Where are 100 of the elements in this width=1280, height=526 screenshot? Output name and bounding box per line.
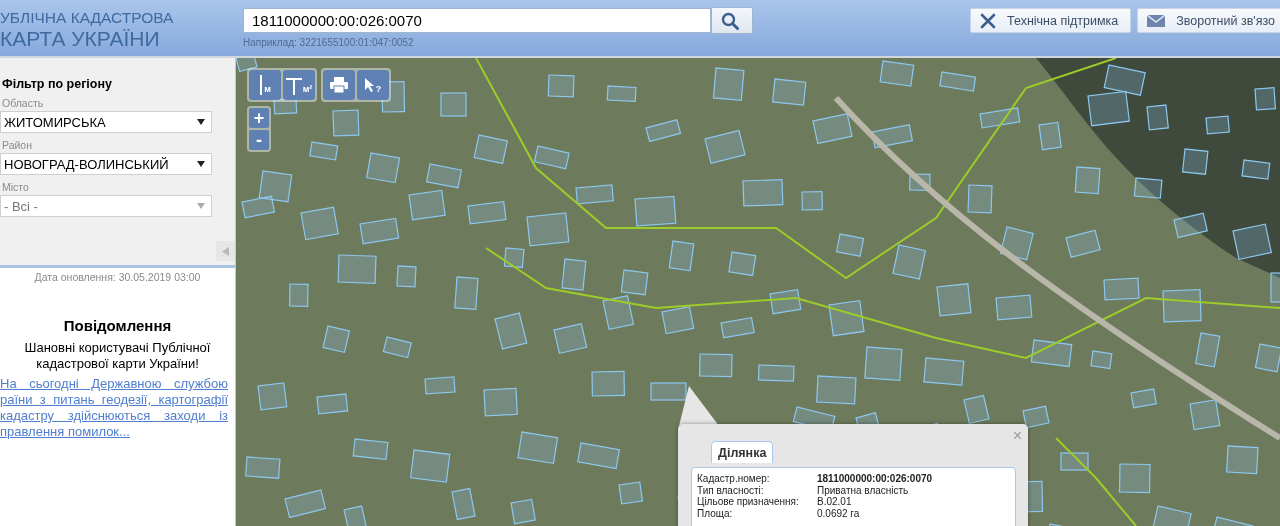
popup-tab[interactable]: Ділянка (711, 441, 774, 463)
triangle-icon (222, 246, 229, 256)
parcel-outline (258, 170, 293, 203)
popup-pointer (679, 386, 719, 426)
parcel-outline (365, 152, 401, 184)
area-tool-button[interactable]: м² (283, 70, 315, 100)
parcel-outline (382, 336, 412, 359)
parcel-outline (483, 387, 518, 417)
zoom-out-button[interactable]: - (249, 130, 269, 150)
map-view[interactable]: м м² ? + - × Ділянка Кадастр.номер: 1811000000:00:026:0070 Тип власності: Приватна власність Цільове призначення: В.02.01 Площа: 0.0692 га (236, 58, 1280, 526)
printer-icon (330, 77, 348, 93)
parcel-outline (440, 92, 467, 117)
filter-title: Фільтр по регіону (2, 77, 113, 91)
parcel-outline (769, 288, 802, 315)
parcel-outline (352, 438, 389, 460)
identify-tool-button[interactable]: ? (357, 70, 389, 100)
parcel-outline (620, 269, 649, 296)
property-value: 1811000000:00:026:0070 (817, 473, 934, 485)
parcel-outline (939, 71, 977, 92)
parcel-outline (650, 382, 687, 401)
property-label: Тип власності: (697, 484, 765, 496)
parcel-outline (801, 191, 823, 211)
notice-link[interactable]: На сьогодні Державною службою раїни з питань геодезії, картографії кадастру здійснюються заходи із правлення помилок... (0, 376, 235, 440)
parcel-outline (1254, 87, 1277, 111)
parcel-outline (602, 295, 635, 331)
parcel-outline (591, 370, 626, 397)
parcel-outline (1226, 445, 1259, 475)
parcel-outline (720, 316, 755, 339)
parcel-outline (871, 124, 914, 149)
parcel-outline (618, 481, 644, 505)
parcel-outline (812, 113, 853, 145)
parcel-outline (835, 233, 865, 257)
parcel-outline (1162, 289, 1202, 323)
logo-text: УБЛІЧНА КАДАСТРОВА (0, 9, 175, 27)
parcel-outline (245, 456, 281, 479)
parcel-outline (1130, 388, 1157, 409)
parcel-outline (1090, 350, 1113, 370)
field-label: Район (2, 139, 33, 151)
search-field[interactable]: 1811000000:00:026:0070 (243, 8, 711, 33)
caret-icon (197, 119, 205, 125)
parcel-outline (332, 109, 360, 137)
feedback-button[interactable]: Зворотний зв'язо (1137, 8, 1280, 33)
parcel-outline (963, 394, 990, 425)
parcel-outline (577, 442, 621, 470)
parcel-outline (396, 265, 417, 288)
parcel-outline (517, 431, 559, 464)
parcel-outline (728, 251, 757, 277)
ruler-icon (285, 75, 302, 95)
notice-title: Повідомлення (62, 317, 173, 334)
parcel-outline (1103, 64, 1146, 96)
parcel-outline (712, 67, 745, 101)
dropdown[interactable]: НОВОГРАД-ВОЛИНСЬКИЙ (0, 153, 212, 175)
parcel-outline (1181, 148, 1209, 175)
parcel-outline (742, 179, 784, 207)
property-value: В.02.01 (817, 496, 853, 508)
parcel-outline (575, 184, 614, 205)
parcel-outline (454, 276, 479, 311)
parcel-outline (337, 254, 377, 284)
parcel-outline (1254, 343, 1280, 373)
parcel-outline (892, 244, 927, 280)
parcel-outline (343, 505, 369, 526)
parcel-outline (923, 357, 965, 386)
parcel-outline (1022, 405, 1050, 429)
support-button[interactable]: Технічна підтримка (970, 8, 1132, 33)
property-label: Кадастр.номер: (697, 473, 771, 485)
parcel-outline (451, 487, 476, 521)
dropdown[interactable]: ЖИТОМИРСЬКА (0, 111, 212, 133)
print-tool-button[interactable] (323, 70, 355, 100)
parcel-outline (864, 346, 903, 381)
parcel-outline (289, 283, 309, 307)
parcel-outline (1205, 115, 1230, 135)
parcel-outline (309, 141, 339, 161)
parcel-outline (634, 195, 677, 227)
parcel-outline (424, 376, 456, 395)
parcel-outline (547, 74, 575, 98)
parcel-outline (1189, 399, 1221, 431)
parcel-outline (757, 364, 795, 382)
zoom-in-button[interactable]: + (249, 108, 269, 128)
parcel-outline (816, 375, 857, 405)
caret-icon (197, 161, 205, 167)
parcel-outline (510, 498, 537, 525)
parcel-outline (1030, 339, 1073, 368)
parcel-outline (1087, 90, 1131, 127)
parcel-outline (1194, 332, 1221, 368)
parcel-outline (322, 325, 351, 354)
parcel-outline (995, 294, 1033, 321)
search-icon (721, 11, 739, 30)
property-label: Цільове призначення: (697, 496, 800, 508)
logo-text: КАРТА УКРАЇНИ (0, 27, 161, 51)
parcel-outline (699, 353, 733, 378)
parcel-outline (771, 78, 807, 106)
tools-icon (979, 11, 998, 30)
search-button[interactable] (711, 7, 753, 34)
parcel-outline (1173, 212, 1208, 239)
parcel-outline (467, 200, 507, 225)
length-tool-button[interactable]: м (249, 70, 281, 100)
parcel-outline (661, 305, 695, 335)
parcel-outline (967, 184, 993, 214)
parcel-outline (409, 449, 451, 483)
notice-greeting: Шановні користувачі Публічної кадастрової карти України! (23, 340, 212, 372)
